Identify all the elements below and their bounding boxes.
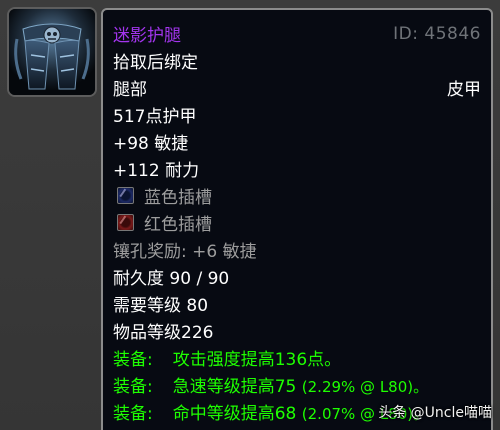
red-socket-icon — [117, 214, 134, 231]
item-level: 物品等级226 — [113, 323, 214, 343]
stat-stamina: +112 耐力 — [113, 161, 200, 181]
stat-row: +98 敏捷 — [113, 128, 481, 155]
slot-row: 腿部 皮甲 — [113, 74, 481, 101]
durability-row: 耐久度 90 / 90 — [113, 263, 481, 290]
socket-label: 蓝色插槽 — [144, 188, 212, 208]
item-title-row: 迷影护腿 ID: 45846 — [113, 20, 481, 47]
socket-blue: 蓝色插槽 — [113, 183, 212, 208]
armor-value: 517点护甲 — [113, 107, 197, 127]
equip-effect-row: 装备: 攻击强度提高136点。 — [113, 344, 481, 371]
watermark: 头条 @Uncle喵喵 — [378, 402, 492, 422]
equip-effect-row: 装备: 急速等级提高75 (2.29% @ L80)。 — [113, 371, 481, 398]
equip-label: 装备: — [113, 350, 153, 370]
socket-row: 红色插槽 — [113, 209, 481, 236]
item-name[interactable]: 迷影护腿 — [113, 21, 181, 46]
equip-text: 急速等级提高75 — [172, 377, 297, 397]
stat-row: +112 耐力 — [113, 155, 481, 182]
equip-text: 命中等级提高68 — [172, 404, 297, 424]
item-tooltip-screen: 迷影护腿 ID: 45846 拾取后绑定 腿部 皮甲 517点护甲 +98 敏捷… — [0, 0, 500, 430]
socket-bonus: 镶孔奖励: +6 敏捷 — [113, 242, 257, 262]
socket-row: 蓝色插槽 — [113, 182, 481, 209]
item-id: ID: 45846 — [393, 23, 481, 44]
blue-socket-icon — [117, 187, 134, 204]
required-level: 需要等级 80 — [113, 296, 209, 316]
bind-row: 拾取后绑定 — [113, 47, 481, 74]
socket-red: 红色插槽 — [113, 210, 212, 235]
equip-effect: 装备: 急速等级提高75 (2.29% @ L80)。 — [113, 372, 428, 397]
socket-bonus-row: 镶孔奖励: +6 敏捷 — [113, 236, 481, 263]
socket-label: 红色插槽 — [144, 215, 212, 235]
item-icon[interactable] — [7, 7, 97, 97]
equip-text: 攻击强度提高136点。 — [172, 350, 342, 370]
item-level-row: 物品等级226 — [113, 317, 481, 344]
stat-agility: +98 敏捷 — [113, 134, 189, 154]
armor-row: 517点护甲 — [113, 101, 481, 128]
durability: 耐久度 90 / 90 — [113, 269, 230, 289]
armor-type: 皮甲 — [447, 80, 481, 100]
equip-effect: 装备: 攻击强度提高136点。 — [113, 345, 341, 370]
item-tooltip: 迷影护腿 ID: 45846 拾取后绑定 腿部 皮甲 517点护甲 +98 敏捷… — [101, 8, 493, 430]
required-level-row: 需要等级 80 — [113, 290, 481, 317]
watermark-text: 头条 @Uncle喵喵 — [378, 405, 492, 421]
equip-note: (2.29% @ L80)。 — [301, 378, 429, 396]
equip-label: 装备: — [113, 377, 153, 397]
equip-label: 装备: — [113, 404, 153, 424]
item-slot: 腿部 — [113, 80, 147, 100]
bind-type: 拾取后绑定 — [113, 53, 198, 73]
leggings-icon — [9, 9, 95, 95]
